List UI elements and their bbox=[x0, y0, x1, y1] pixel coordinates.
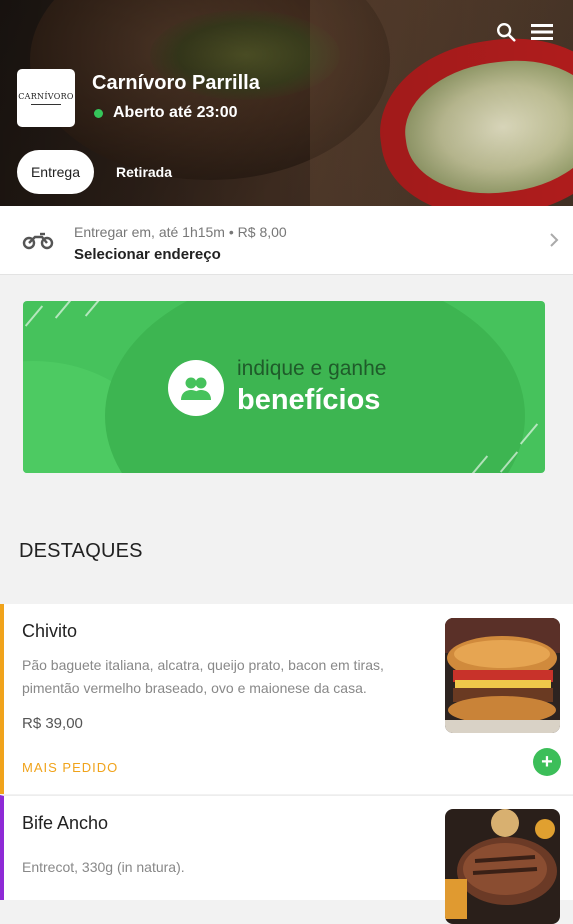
delivery-address-selector[interactable]: Entregar em, até 1h15m • R$ 8,00 Selecio… bbox=[0, 206, 573, 275]
open-status-dot bbox=[94, 108, 103, 118]
banner-subtitle: indique e ganhe bbox=[237, 357, 387, 380]
product-badge: MAIS PEDIDO bbox=[22, 760, 119, 775]
section-title: DESTAQUES bbox=[19, 540, 143, 562]
motorcycle-icon bbox=[22, 230, 54, 255]
product-price: R$ 39,00 bbox=[22, 715, 83, 732]
store-logo: CARNÍVORO bbox=[17, 69, 75, 127]
select-address-label: Selecionar endereço bbox=[74, 246, 221, 263]
banner-title: benefícios bbox=[237, 384, 381, 416]
product-card[interactable]: Chivito Pão baguete italiana, alcatra, q… bbox=[0, 604, 573, 794]
delivery-info: Entregar em, até 1h15m • R$ 8,00 bbox=[74, 224, 287, 240]
product-image bbox=[445, 618, 560, 733]
tab-retirada[interactable]: Retirada bbox=[116, 150, 172, 194]
logo-text: CARNÍVORO bbox=[18, 91, 74, 101]
store-name: Carnívoro Parrilla bbox=[92, 72, 260, 94]
tab-entrega[interactable]: Entrega bbox=[17, 150, 94, 194]
referral-banner[interactable]: indique e ganhe benefícios bbox=[23, 301, 545, 473]
store-header: CARNÍVORO Carnívoro Parrilla Aberto até … bbox=[0, 0, 573, 206]
product-name: Bife Ancho bbox=[22, 813, 109, 833]
users-icon bbox=[168, 360, 224, 416]
product-description: Entrecot, 330g (in natura). bbox=[22, 859, 185, 875]
product-image bbox=[445, 809, 560, 924]
add-to-cart-button[interactable]: + bbox=[533, 748, 561, 776]
store-status-text: Aberto até 23:00 bbox=[113, 104, 238, 121]
search-icon[interactable] bbox=[492, 18, 520, 46]
banner-stripe bbox=[54, 301, 74, 319]
menu-icon[interactable] bbox=[528, 18, 556, 46]
store-status: Aberto até 23:00 bbox=[92, 104, 238, 122]
product-description: Pão baguete italiana, alcatra, queijo pr… bbox=[22, 657, 384, 696]
chevron-right-icon bbox=[548, 232, 560, 253]
banner-stripe bbox=[24, 305, 44, 327]
product-name: Chivito bbox=[22, 621, 78, 641]
banner-stripe bbox=[84, 301, 104, 317]
product-card[interactable]: Bife Ancho Entrecot, 330g (in natura). bbox=[0, 795, 573, 924]
logo-divider bbox=[31, 103, 61, 105]
